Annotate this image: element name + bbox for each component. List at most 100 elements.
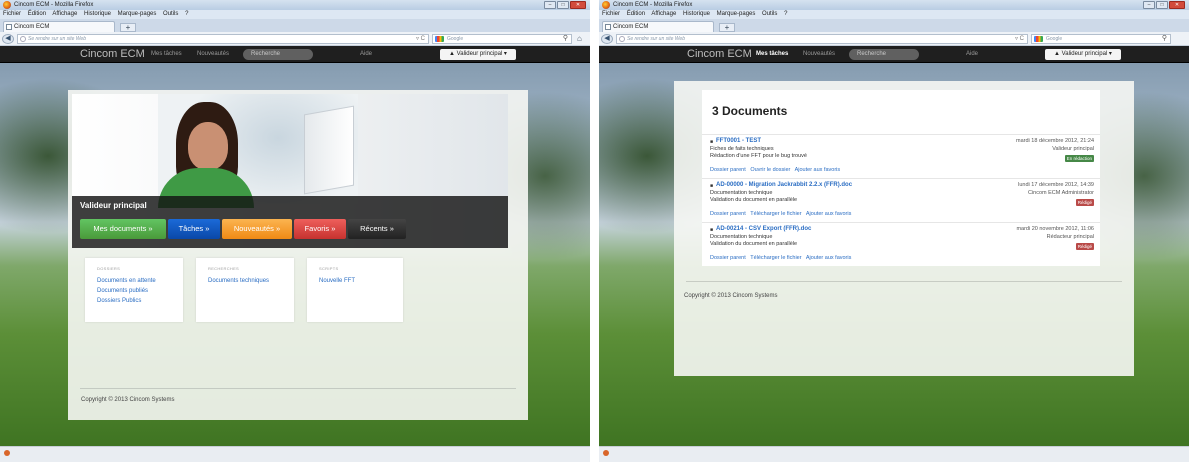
nav-nouveautes[interactable]: Nouveautés — [197, 50, 229, 59]
addon-bar-icon — [4, 450, 10, 456]
menu-marque-pages[interactable]: Marque-pages — [717, 11, 756, 17]
document-author: Valideur principal — [1052, 146, 1094, 152]
brand-logo[interactable]: Cincom ECM — [80, 48, 145, 61]
nav-aide[interactable]: Aide — [966, 50, 978, 59]
url-bar[interactable]: Se rendre sur un site Web ▿ C — [17, 34, 429, 44]
navigation-bar: ◀ Se rendre sur un site Web ▿ C Google ⚲ — [599, 32, 1189, 46]
user-icon: ▲ — [449, 51, 455, 57]
new-tab-button[interactable]: + — [120, 23, 136, 32]
nav-aide[interactable]: Aide — [360, 50, 372, 59]
magnifier-icon[interactable]: ⚲ — [1162, 35, 1167, 43]
menu-affichage[interactable]: Affichage — [651, 11, 676, 17]
site-navbar: Cincom ECM Mes tâches Nouveautés Recherc… — [0, 46, 590, 63]
tab-bar: Cincom ECM + — [599, 19, 1189, 32]
taches-button[interactable]: Tâches » — [168, 219, 220, 239]
user-menu-label: Valideur principal ▾ — [1061, 51, 1112, 57]
menu-edition[interactable]: Édition — [627, 11, 645, 17]
menu-edition[interactable]: Édition — [28, 11, 46, 17]
maximize-icon[interactable]: □ — [1156, 1, 1168, 9]
magnifier-icon[interactable]: ⚲ — [563, 35, 568, 43]
menu-aide[interactable]: ? — [784, 11, 787, 17]
favoris-button[interactable]: Favoris » — [294, 219, 346, 239]
document-name[interactable]: FFT0001 - TEST — [716, 138, 761, 145]
reload-icon[interactable]: ▿ C — [416, 35, 425, 43]
link-ajouter-favoris[interactable]: Ajouter aux favoris — [806, 211, 852, 217]
hero-band: Valideur principal Mes documents » Tâche… — [72, 196, 508, 248]
link-ouvrir-dossier[interactable]: Ouvrir le dossier — [750, 167, 790, 173]
nav-mes-taches[interactable]: Mes tâches — [151, 50, 182, 59]
divider — [80, 388, 516, 389]
menu-outils[interactable]: Outils — [762, 11, 777, 17]
url-bar[interactable]: Se rendre sur un site Web ▿ C — [616, 34, 1028, 44]
home-icon[interactable]: ⌂ — [577, 34, 582, 43]
link-dossier-parent[interactable]: Dossier parent — [710, 255, 746, 261]
back-arrow-icon[interactable]: ◀ — [2, 34, 14, 44]
menu-fichier[interactable]: Fichier — [602, 11, 620, 17]
hero-photo — [158, 94, 358, 208]
brand-logo[interactable]: Cincom ECM — [687, 48, 752, 61]
nav-mes-taches[interactable]: Mes tâches — [756, 50, 788, 59]
favicon-icon — [6, 24, 12, 30]
status-badge: Rédigé — [1075, 243, 1094, 250]
globe-icon — [619, 36, 625, 42]
link-ajouter-favoris[interactable]: Ajouter aux favoris — [795, 167, 841, 173]
link-telecharger-fichier[interactable]: Télécharger le fichier — [750, 255, 801, 261]
tab-title: Cincom ECM — [613, 24, 649, 30]
menu-historique[interactable]: Historique — [84, 11, 111, 17]
user-menu-button[interactable]: ▲ Valideur principal ▾ — [440, 49, 516, 60]
copyright: Copyright © 2013 Cincom Systems — [81, 397, 175, 403]
firefox-window-left: Cincom ECM - Mozilla Firefox – □ ✕ Fichi… — [0, 0, 590, 462]
new-tab-button[interactable]: + — [719, 23, 735, 32]
status-badge: Rédigé — [1075, 199, 1094, 206]
search-bar[interactable]: Google ⚲ — [432, 34, 572, 44]
document-date: mardi 20 novembre 2012, 11:06 — [1016, 226, 1094, 232]
link-documents-techniques[interactable]: Documents techniques — [208, 276, 286, 286]
close-icon[interactable]: ✕ — [1169, 1, 1185, 9]
file-icon: ■ — [710, 183, 714, 189]
document-links: Dossier parent Ouvrir le dossier Ajouter… — [710, 167, 843, 174]
browser-tab[interactable]: Cincom ECM — [3, 21, 115, 32]
main-content: Valideur principal Mes documents » Tâche… — [68, 90, 528, 420]
search-bar[interactable]: Google ⚲ — [1031, 34, 1171, 44]
maximize-icon[interactable]: □ — [557, 1, 569, 9]
globe-icon — [20, 36, 26, 42]
link-dossiers-publics[interactable]: Dossiers Publics — [97, 296, 175, 306]
mes-documents-button[interactable]: Mes documents » — [80, 219, 166, 239]
menu-aide[interactable]: ? — [185, 11, 188, 17]
link-dossier-parent[interactable]: Dossier parent — [710, 167, 746, 173]
document-links: Dossier parent Télécharger le fichier Aj… — [710, 255, 854, 262]
link-documents-en-attente[interactable]: Documents en attente — [97, 276, 175, 286]
browser-tab[interactable]: Cincom ECM — [602, 21, 714, 32]
menu-historique[interactable]: Historique — [683, 11, 710, 17]
reload-icon[interactable]: ▿ C — [1015, 35, 1024, 43]
minimize-icon[interactable]: – — [1143, 1, 1155, 9]
title-bar: Cincom ECM - Mozilla Firefox – □ ✕ — [0, 0, 590, 10]
menu-outils[interactable]: Outils — [163, 11, 178, 17]
document-name[interactable]: AD-00214 - CSV Export (FFR).doc — [716, 226, 811, 233]
close-icon[interactable]: ✕ — [570, 1, 586, 9]
title-bar: Cincom ECM - Mozilla Firefox – □ ✕ — [599, 0, 1189, 10]
link-dossier-parent[interactable]: Dossier parent — [710, 211, 746, 217]
recents-button[interactable]: Récents » — [348, 219, 406, 239]
back-arrow-icon[interactable]: ◀ — [601, 34, 613, 44]
menu-fichier[interactable]: Fichier — [3, 11, 21, 17]
search-engine-label: Google — [447, 36, 464, 42]
link-nouvelle-fft[interactable]: Nouvelle FFT — [319, 276, 395, 286]
nouveautes-button[interactable]: Nouveautés » — [222, 219, 292, 239]
site-search-input[interactable]: Recherche — [243, 49, 313, 60]
window-title: Cincom ECM - Mozilla Firefox — [14, 2, 94, 8]
divider — [686, 281, 1122, 282]
link-telecharger-fichier[interactable]: Télécharger le fichier — [750, 211, 801, 217]
window-controls: – □ ✕ — [544, 1, 586, 9]
document-name[interactable]: AD-00000 - Migration Jackrabbit 2.2.x (F… — [716, 182, 852, 189]
menu-affichage[interactable]: Affichage — [52, 11, 77, 17]
link-documents-publies[interactable]: Documents publiés — [97, 286, 175, 296]
menu-marque-pages[interactable]: Marque-pages — [118, 11, 157, 17]
main-content: 3 Documents ■ FFT0001 - TEST Fiches de f… — [674, 81, 1134, 376]
minimize-icon[interactable]: – — [544, 1, 556, 9]
link-ajouter-favoris[interactable]: Ajouter aux favoris — [806, 255, 852, 261]
site-search-input[interactable]: Recherche — [849, 49, 919, 60]
nav-nouveautes[interactable]: Nouveautés — [803, 50, 835, 59]
user-menu-button[interactable]: ▲ Valideur principal ▾ — [1045, 49, 1121, 60]
google-icon — [435, 36, 444, 42]
